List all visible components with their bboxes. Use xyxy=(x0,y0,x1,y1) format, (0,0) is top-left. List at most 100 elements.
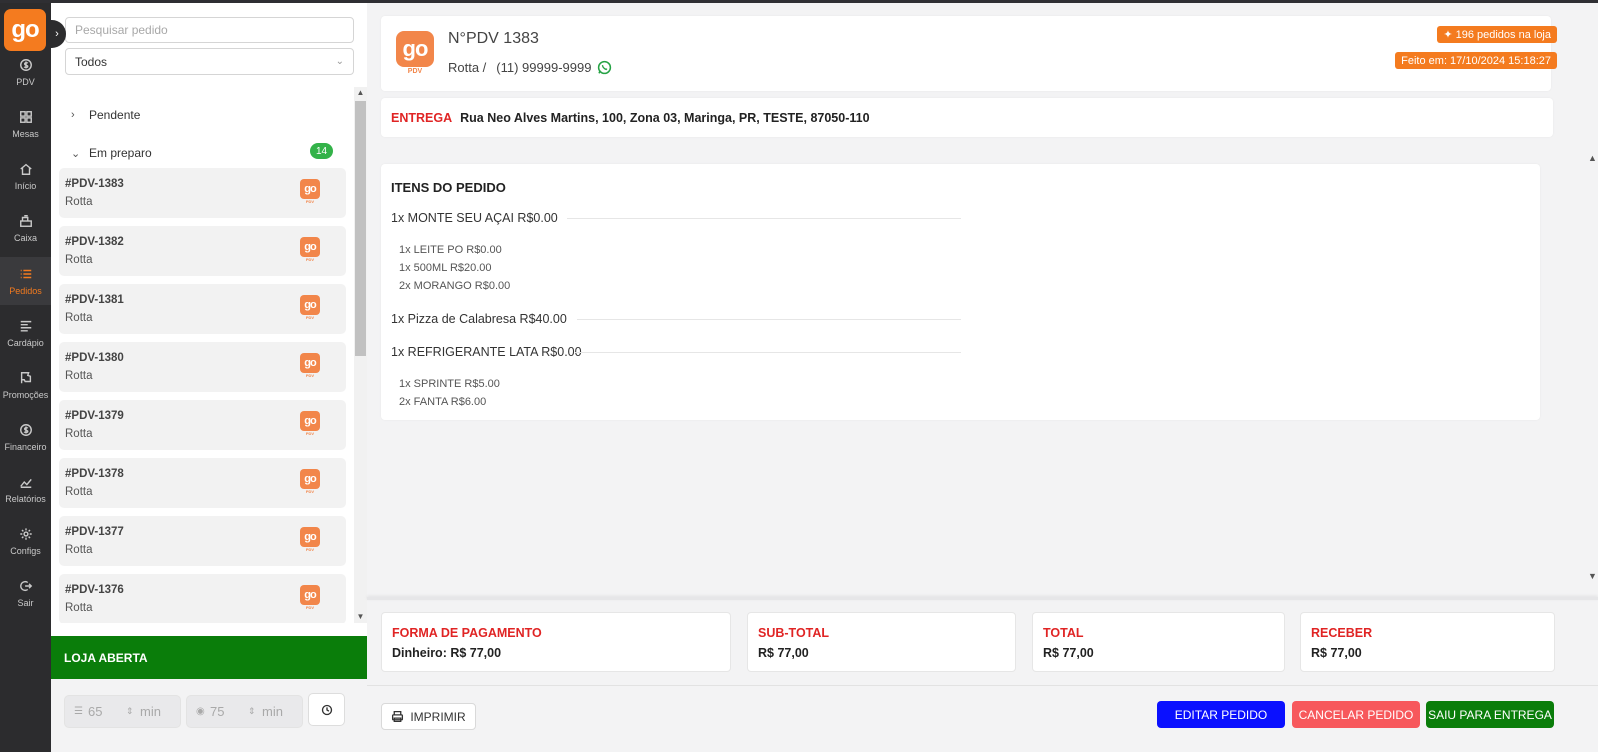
pdv-logo-caption: PDV xyxy=(305,257,315,262)
customer-phone[interactable]: (11) 99999-9999 xyxy=(496,60,591,75)
spinner-icon[interactable]: ⇕ xyxy=(248,706,262,717)
nav-item-label: PDV xyxy=(16,76,35,87)
nav-item-label: Configs xyxy=(10,545,41,556)
orders-scrollbar[interactable]: ▲ ▼ xyxy=(354,87,367,623)
item-addon: 1x SPRINTE R$5.00 xyxy=(399,378,500,390)
order-card[interactable]: #PDV-1383 Rotta go PDV xyxy=(59,168,346,218)
prep-time-input[interactable]: ☰ 65 ⇕ min xyxy=(64,695,181,728)
order-customer: Rotta xyxy=(65,428,93,440)
nav-item-sair[interactable]: Sair xyxy=(0,569,51,617)
pdv-logo-caption: PDV xyxy=(305,373,315,378)
gear-icon xyxy=(19,527,33,541)
out-for-delivery-button[interactable]: SAIU PARA ENTREGA xyxy=(1426,701,1554,728)
nav-item-label: Pedidos xyxy=(9,285,42,296)
order-customer: Rotta xyxy=(65,254,93,266)
pdv-logo-mark: go xyxy=(300,411,320,431)
delivery-time-input[interactable]: ◉ 75 ⇕ min xyxy=(186,695,303,728)
chevron-right-icon: › xyxy=(71,109,75,121)
item-addon: 1x 500ML R$20.00 xyxy=(399,262,492,274)
dollar-circle-icon xyxy=(19,423,33,437)
utensils-icon: ☰ xyxy=(74,706,83,717)
order-card[interactable]: #PDV-1381 Rotta go PDV xyxy=(59,284,346,334)
order-source-logo-caption: PDV xyxy=(407,68,423,75)
search-input[interactable] xyxy=(65,17,354,43)
cancel-order-button[interactable]: CANCELAR PEDIDO xyxy=(1292,701,1420,728)
order-number: #PDV-1382 xyxy=(65,236,124,248)
order-number: #PDV-1380 xyxy=(65,352,124,364)
nav-item-caixa[interactable]: Caixa xyxy=(0,204,51,252)
pdv-logo-caption: PDV xyxy=(305,431,315,436)
scroll-down-icon[interactable]: ▼ xyxy=(354,611,367,623)
nav-item-mesas[interactable]: Mesas xyxy=(0,100,51,148)
pdv-logo-icon: go PDV xyxy=(300,237,320,265)
orders-panel: Todos ⌄ › Pendente ⌄ Em preparo 14 #PDV-… xyxy=(51,3,367,752)
delivery-address: Rua Neo Alves Martins, 100, Zona 03, Mar… xyxy=(460,110,870,125)
action-footer: IMPRIMIR EDITAR PEDIDO CANCELAR PEDIDO S… xyxy=(367,685,1598,752)
nav-item-pdv[interactable]: PDV xyxy=(0,48,51,96)
spinner-icon[interactable]: ⇕ xyxy=(126,706,140,717)
order-items-card: ITENS DO PEDIDO 1x MONTE SEU AÇAI R$0.00… xyxy=(381,164,1540,420)
nav-item-relatorios[interactable]: Relatórios xyxy=(0,465,51,513)
nav-item-cardapio[interactable]: Cardápio xyxy=(0,309,51,357)
order-card[interactable]: #PDV-1376 Rotta go PDV xyxy=(59,574,346,623)
pdv-logo-icon: go PDV xyxy=(300,353,320,381)
pdv-logo-icon: go PDV xyxy=(300,295,320,323)
order-card[interactable]: #PDV-1380 Rotta go PDV xyxy=(59,342,346,392)
nav-item-pedidos[interactable]: Pedidos xyxy=(0,257,51,305)
order-item: 1x REFRIGERANTE LATA R$0.00 xyxy=(391,345,582,359)
total-value: R$ 77,00 xyxy=(1043,646,1094,660)
chevron-down-icon: ⌄ xyxy=(335,56,344,67)
total-card: TOTAL R$ 77,00 xyxy=(1032,612,1285,672)
chart-line-icon xyxy=(19,475,33,489)
status-filter-select[interactable]: Todos ⌄ xyxy=(65,48,354,75)
pdv-logo-icon: go PDV xyxy=(300,469,320,497)
order-customer: Rotta xyxy=(65,486,93,498)
payment-label: FORMA DE PAGAMENTO xyxy=(392,626,542,640)
edit-order-button[interactable]: EDITAR PEDIDO xyxy=(1157,701,1285,728)
order-card[interactable]: #PDV-1379 Rotta go PDV xyxy=(59,400,346,450)
nav-item-promocoes[interactable]: Promoções xyxy=(0,361,51,409)
order-card[interactable]: #PDV-1382 Rotta go PDV xyxy=(59,226,346,276)
brand-logo-text: go xyxy=(11,16,39,43)
order-customer: Rotta xyxy=(65,196,93,208)
summary-divider xyxy=(367,597,1598,600)
scrollbar-thumb[interactable] xyxy=(355,101,366,356)
store-status-bar[interactable]: LOJA ABERTA xyxy=(51,636,367,679)
whatsapp-icon[interactable] xyxy=(597,60,612,75)
scroll-up-icon[interactable]: ▲ xyxy=(354,87,367,99)
nav-item-label: Mesas xyxy=(12,128,39,139)
pdv-logo-caption: PDV xyxy=(305,199,315,204)
orders-scroll-area: › Pendente ⌄ Em preparo 14 #PDV-1383 Rott… xyxy=(51,87,367,623)
order-detail: go PDV N°PDV 1383 Rotta / (11) 99999-999… xyxy=(367,3,1598,752)
payment-value: Dinheiro: R$ 77,00 xyxy=(392,646,502,660)
brand-logo[interactable]: go xyxy=(4,9,46,51)
pdv-logo-mark: go xyxy=(300,527,320,547)
customer-name: Rotta / xyxy=(448,60,487,75)
group-label: Em preparo xyxy=(89,146,152,160)
delivery-time-value: 75 xyxy=(210,704,225,719)
order-number: #PDV-1381 xyxy=(65,294,124,306)
save-time-button[interactable] xyxy=(308,693,345,726)
nav-item-label: Cardápio xyxy=(7,337,44,348)
order-number: #PDV-1379 xyxy=(65,410,124,422)
print-button[interactable]: IMPRIMIR xyxy=(381,703,476,730)
payment-method-card: FORMA DE PAGAMENTO Dinheiro: R$ 77,00 xyxy=(381,612,731,672)
group-em-preparo[interactable]: ⌄ Em preparo xyxy=(71,143,152,163)
order-item: 1x MONTE SEU AÇAI R$0.00 xyxy=(391,211,558,225)
item-divider xyxy=(575,352,961,353)
grid-icon xyxy=(19,110,33,124)
nav-item-configs[interactable]: Configs xyxy=(0,517,51,565)
nav-item-label: Caixa xyxy=(13,232,37,243)
group-pendente[interactable]: › Pendente xyxy=(71,105,140,125)
nav-item-inicio[interactable]: Início xyxy=(0,152,51,200)
order-source-logo-mark: go xyxy=(396,31,434,67)
order-card[interactable]: #PDV-1378 Rotta go PDV xyxy=(59,458,346,508)
nav-item-label: Sair xyxy=(17,597,34,608)
main-scroll-down-icon[interactable]: ▼ xyxy=(1588,571,1597,581)
main-scroll-up-icon[interactable]: ▲ xyxy=(1588,153,1597,163)
receive-value: R$ 77,00 xyxy=(1311,646,1362,660)
order-card[interactable]: #PDV-1377 Rotta go PDV xyxy=(59,516,346,566)
nav-item-financeiro[interactable]: Financeiro xyxy=(0,413,51,461)
dollar-circle-icon xyxy=(19,58,33,72)
pdv-logo-caption: PDV xyxy=(305,605,315,610)
